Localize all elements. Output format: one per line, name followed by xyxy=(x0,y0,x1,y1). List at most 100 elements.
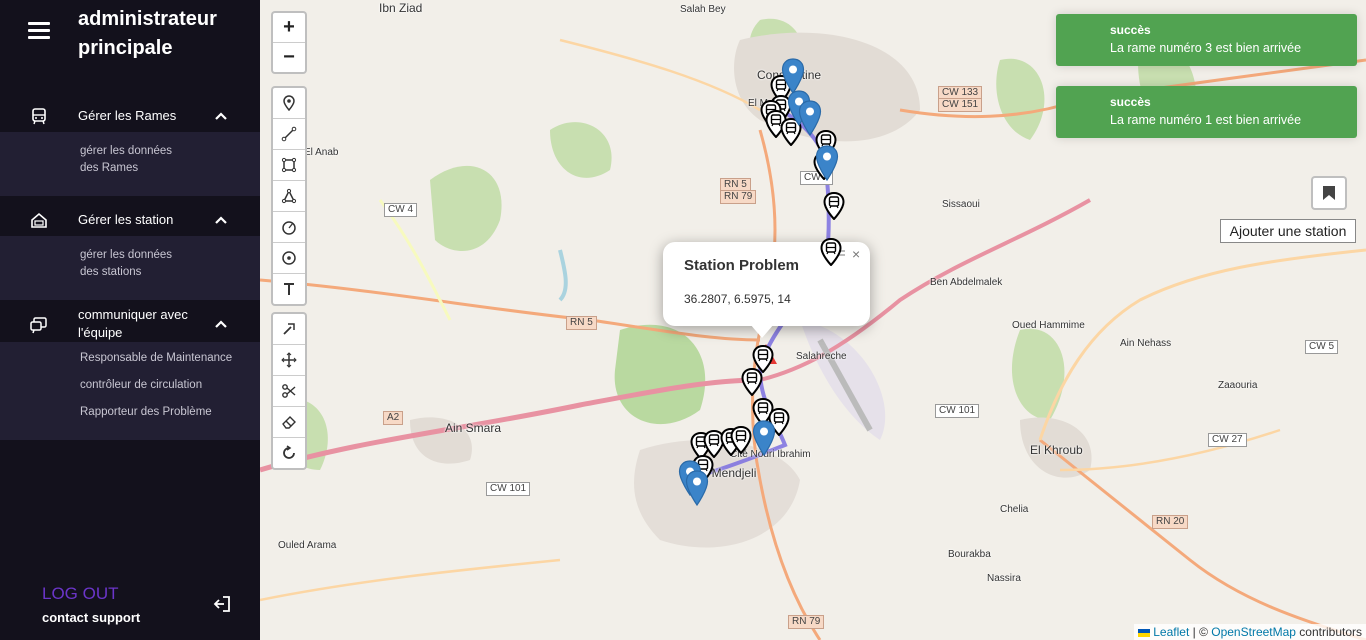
edit-layers-button[interactable] xyxy=(273,314,305,345)
sidebar: administrateur principale Gérer les Rame… xyxy=(0,0,260,640)
sub-item-maintenance[interactable]: Responsable de Maintenance xyxy=(80,350,232,367)
section-communiquer[interactable]: communiquer avec l'équipe xyxy=(0,306,260,342)
road-shield: CW 4 xyxy=(384,203,417,217)
draw-rectangle-button[interactable] xyxy=(273,150,305,181)
toast-title: succès xyxy=(1110,95,1151,109)
place-label: Salah Bey xyxy=(680,4,726,15)
road-shield: RN 20 xyxy=(1152,515,1189,529)
popup-coordinates: 36.2807, 6.5975, 14 xyxy=(684,292,791,306)
tram-station-marker-icon[interactable] xyxy=(820,238,842,266)
toast-message: La rame numéro 1 est bien arrivée xyxy=(1110,113,1302,127)
place-label: Salahreche xyxy=(796,351,847,362)
road-shield: RN 79 xyxy=(788,615,825,629)
place-label: Ain Smara xyxy=(445,421,502,435)
road-shield: RN 79 xyxy=(720,190,757,204)
road-shield: CW 27 xyxy=(1208,433,1247,447)
circle-icon xyxy=(282,221,296,235)
edit-icon xyxy=(283,323,295,335)
rotate-icon xyxy=(283,445,295,459)
tram-station-marker-icon[interactable] xyxy=(730,426,752,454)
toast-success[interactable]: succès La rame numéro 1 est bien arrivée xyxy=(1056,86,1357,138)
section-body-rames: gérer les données des Rames xyxy=(0,132,260,196)
marker-icon xyxy=(283,95,295,111)
toast-message: La rame numéro 3 est bien arrivée xyxy=(1110,41,1302,55)
place-label: Nassira xyxy=(987,573,1021,584)
popup-close-button[interactable]: × xyxy=(852,246,860,262)
tram-position-pin-icon[interactable] xyxy=(685,470,709,506)
delete-layers-button[interactable] xyxy=(273,407,305,438)
place-label: El Anab xyxy=(304,147,339,158)
place-label: Ain Nehass xyxy=(1120,338,1172,349)
map-attribution: Leaflet | © OpenStreetMap contributors xyxy=(1133,624,1366,640)
draw-circle-button[interactable] xyxy=(273,212,305,243)
logout-icon[interactable] xyxy=(212,594,232,614)
draw-polygon-button[interactable] xyxy=(273,181,305,212)
bookmark-icon xyxy=(1323,186,1335,200)
road-shield: CW 151 xyxy=(938,98,983,112)
zoom-in-button[interactable]: + xyxy=(273,13,305,43)
drag-button[interactable] xyxy=(273,345,305,376)
chevron-up-icon[interactable] xyxy=(213,316,229,332)
place-label: Oued Hammime xyxy=(1012,320,1085,331)
place-label: Ben Abdelmalek xyxy=(930,277,1003,288)
polyline-icon xyxy=(281,126,297,142)
scissors-icon xyxy=(282,384,296,398)
zoom-out-button[interactable]: − xyxy=(273,43,305,72)
section-label: Gérer les Rames xyxy=(78,108,177,123)
zoom-control: + − xyxy=(271,11,307,74)
tram-icon xyxy=(32,108,46,125)
ukraine-flag-icon xyxy=(1137,628,1150,637)
road-shield: CW 5 xyxy=(1305,340,1338,354)
section-gerer-rames[interactable]: Gérer les Rames xyxy=(0,100,260,132)
tram-position-pin-icon[interactable] xyxy=(781,58,805,94)
leaflet-link[interactable]: Leaflet xyxy=(1153,625,1189,639)
sub-item-controleur[interactable]: contrôleur de circulation xyxy=(80,377,202,394)
tram-station-marker-icon[interactable] xyxy=(823,192,845,220)
rectangle-icon xyxy=(281,157,297,173)
move-icon xyxy=(281,352,297,368)
rotate-button[interactable] xyxy=(273,438,305,468)
tram-position-pin-icon[interactable] xyxy=(815,145,839,181)
chat-icon xyxy=(30,317,47,334)
place-label: Sissaoui xyxy=(942,199,980,210)
circle-marker-icon xyxy=(282,251,296,265)
attribution-separator: | © xyxy=(1189,625,1212,639)
edit-toolbar xyxy=(271,312,307,470)
eraser-icon xyxy=(282,416,296,429)
toast-success[interactable]: succès La rame numéro 3 est bien arrivée xyxy=(1056,14,1357,66)
popup-title: Station Problem xyxy=(684,257,800,274)
road-shield: RN 5 xyxy=(566,316,597,330)
draw-text-button[interactable] xyxy=(273,274,305,304)
chevron-up-icon[interactable] xyxy=(213,108,229,124)
station-icon xyxy=(31,212,47,228)
attribution-text: contributors xyxy=(1295,625,1362,639)
sub-item-donnees-rames[interactable]: gérer les données des Rames xyxy=(80,143,172,177)
draw-polyline-button[interactable] xyxy=(273,119,305,150)
contact-support-link[interactable]: contact support xyxy=(42,610,140,625)
section-gerer-station[interactable]: Gérer les station xyxy=(0,204,260,236)
popup-tip xyxy=(750,324,774,338)
chevron-up-icon[interactable] xyxy=(213,212,229,228)
draw-circlemarker-button[interactable] xyxy=(273,243,305,274)
draw-marker-button[interactable] xyxy=(273,88,305,119)
place-label: El Khroub xyxy=(1030,443,1083,457)
toast-title: succès xyxy=(1110,23,1151,37)
cut-button[interactable] xyxy=(273,376,305,407)
sub-item-donnees-stations[interactable]: gérer les données des stations xyxy=(80,247,172,281)
tram-position-pin-icon[interactable] xyxy=(752,420,776,456)
map-view[interactable]: Ibn Ziad Salah Bey Constantine El Anab E… xyxy=(260,0,1366,640)
admin-title: administrateur principale xyxy=(78,8,217,59)
tram-station-marker-icon[interactable] xyxy=(741,368,763,396)
place-label: Chelia xyxy=(1000,504,1029,515)
add-station-button[interactable] xyxy=(1311,176,1347,210)
menu-icon[interactable] xyxy=(28,22,50,40)
add-station-tooltip: Ajouter une station xyxy=(1220,219,1356,243)
sub-item-rapporteur[interactable]: Rapporteur des Problème xyxy=(80,404,212,421)
tram-position-pin-icon[interactable] xyxy=(798,100,822,136)
draw-toolbar xyxy=(271,86,307,306)
osm-link[interactable]: OpenStreetMap xyxy=(1211,625,1296,639)
place-label: Ouled Arama xyxy=(278,540,337,551)
section-body-communiquer: Responsable de Maintenance contrôleur de… xyxy=(0,342,260,440)
text-icon xyxy=(284,283,294,295)
logout-link[interactable]: LOG OUT xyxy=(42,584,119,604)
